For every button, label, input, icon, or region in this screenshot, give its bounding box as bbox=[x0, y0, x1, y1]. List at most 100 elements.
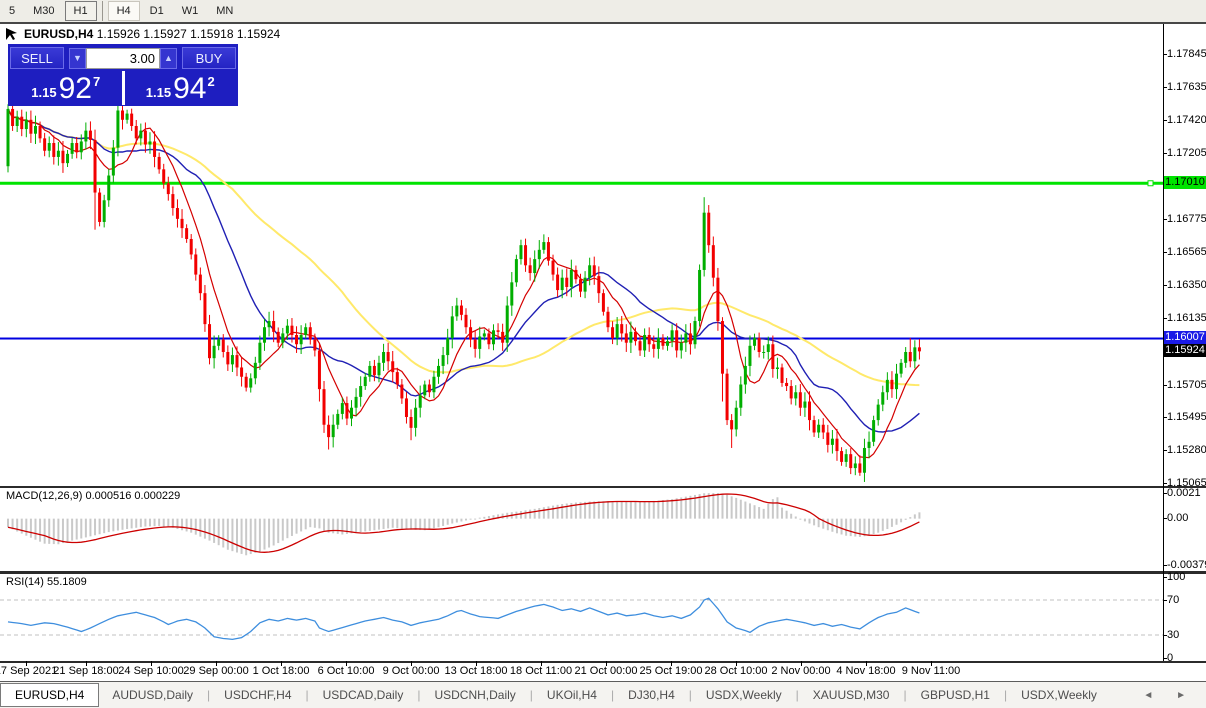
candle bbox=[34, 126, 37, 134]
candle bbox=[602, 293, 605, 312]
macd-bar bbox=[809, 519, 811, 524]
buy-button[interactable]: BUY bbox=[182, 47, 236, 69]
macd-bar bbox=[845, 519, 847, 536]
timeframe-button-h1[interactable]: H1 bbox=[65, 1, 97, 21]
chart-tab-gbpusd-h1[interactable]: GBPUSD,H1 bbox=[908, 684, 1003, 706]
macd-bar bbox=[799, 519, 801, 520]
candle bbox=[455, 306, 458, 317]
timeframe-button-d1[interactable]: D1 bbox=[142, 1, 172, 21]
macd-bar bbox=[442, 519, 444, 526]
macd-bar bbox=[474, 519, 476, 520]
candle bbox=[43, 138, 46, 150]
macd-bar bbox=[190, 519, 192, 533]
price-label: 1.17205 bbox=[1167, 147, 1206, 159]
candle bbox=[245, 377, 248, 388]
macd-bar bbox=[277, 519, 279, 543]
macd-bar bbox=[827, 519, 829, 531]
macd-bar bbox=[213, 519, 215, 543]
volume-down-button[interactable]: ▼ bbox=[69, 48, 86, 69]
volume-input[interactable] bbox=[86, 48, 160, 69]
candle bbox=[442, 355, 445, 366]
candle bbox=[913, 347, 916, 361]
candle bbox=[918, 347, 921, 351]
timeframe-button-m30[interactable]: M30 bbox=[25, 1, 62, 21]
candle bbox=[629, 332, 632, 343]
candle bbox=[547, 242, 550, 261]
macd-bar bbox=[89, 519, 91, 537]
macd-bar bbox=[103, 519, 105, 533]
candle bbox=[373, 366, 376, 375]
chart-tab-audusd-daily[interactable]: AUDUSD,Daily bbox=[99, 684, 206, 706]
chart-tab-ukoil-h4[interactable]: UKOil,H4 bbox=[534, 684, 610, 706]
macd-bar bbox=[841, 519, 843, 535]
macd-bar bbox=[909, 517, 911, 519]
chart-tab-dj30-h4[interactable]: DJ30,H4 bbox=[615, 684, 688, 706]
axis-tick bbox=[1163, 54, 1167, 55]
candle bbox=[730, 420, 733, 429]
macd-bar bbox=[62, 519, 64, 543]
tab-scroll-arrows[interactable]: ◄ ► bbox=[1143, 690, 1196, 701]
macd-bar bbox=[557, 505, 559, 519]
macd-bar bbox=[291, 519, 293, 536]
candle bbox=[112, 148, 115, 176]
candle bbox=[762, 352, 765, 353]
macd-bar bbox=[470, 519, 472, 520]
candle bbox=[849, 454, 852, 468]
candle bbox=[98, 193, 101, 222]
date-label: 21 Sep 18:00 bbox=[53, 665, 118, 677]
macd-bar bbox=[383, 519, 385, 529]
price-label: 1.15280 bbox=[1167, 444, 1206, 456]
macd-bar bbox=[34, 519, 36, 540]
chart-tab-xauusd-m30[interactable]: XAUUSD,M30 bbox=[800, 684, 903, 706]
candle bbox=[524, 245, 527, 265]
candle bbox=[483, 333, 486, 336]
macd-bar bbox=[318, 519, 320, 529]
candle bbox=[332, 425, 335, 437]
buy-price[interactable]: 1.15 94 2 bbox=[125, 71, 237, 105]
price-label: 1.16775 bbox=[1167, 213, 1206, 225]
candle bbox=[868, 442, 871, 448]
hline-handle bbox=[1148, 181, 1153, 186]
macd-bar bbox=[525, 510, 527, 518]
timeframe-button-mn[interactable]: MN bbox=[208, 1, 241, 21]
macd-bar bbox=[671, 499, 673, 519]
candle bbox=[501, 332, 504, 343]
candle bbox=[194, 254, 197, 274]
axis-tick bbox=[1163, 635, 1167, 636]
axis-tick bbox=[1163, 87, 1167, 88]
macd-bar bbox=[401, 519, 403, 529]
macd-bar bbox=[231, 519, 233, 552]
axis-tick bbox=[1163, 450, 1167, 451]
chart-tab-usdx-weekly[interactable]: USDX,Weekly bbox=[693, 684, 795, 706]
volume-up-button[interactable]: ▲ bbox=[160, 48, 177, 69]
timeframe-button-h4[interactable]: H4 bbox=[108, 1, 140, 21]
sell-button[interactable]: SELL bbox=[10, 47, 64, 69]
macd-bar bbox=[108, 519, 110, 532]
macd-bar bbox=[593, 501, 595, 518]
candle bbox=[616, 324, 619, 338]
chart-tab-eurusd-h4[interactable]: EURUSD,H4 bbox=[0, 683, 99, 707]
macd-bar bbox=[195, 519, 197, 535]
candle bbox=[144, 131, 147, 145]
candle bbox=[542, 242, 545, 250]
sell-price[interactable]: 1.15 92 7 bbox=[10, 71, 122, 105]
macd-bar bbox=[634, 502, 636, 519]
candle bbox=[405, 398, 408, 417]
rsi-indicator[interactable] bbox=[0, 574, 1163, 660]
macd-bar bbox=[112, 519, 114, 532]
chart-tab-usdchf-h4[interactable]: USDCHF,H4 bbox=[211, 684, 304, 706]
macd-label: MACD(12,26,9) 0.000516 0.000229 bbox=[6, 490, 180, 502]
candle bbox=[290, 326, 293, 335]
timeframe-button-5[interactable]: 5 bbox=[1, 1, 23, 21]
macd-bar bbox=[763, 509, 765, 519]
macd-bar bbox=[122, 519, 124, 530]
candle bbox=[890, 380, 893, 389]
chart-tab-usdcnh-daily[interactable]: USDCNH,Daily bbox=[421, 684, 528, 706]
chart-tab-usdcad-daily[interactable]: USDCAD,Daily bbox=[310, 684, 417, 706]
candle bbox=[364, 377, 367, 386]
axis-tick bbox=[1163, 318, 1167, 319]
date-axis[interactable]: 17 Sep 202121 Sep 18:0024 Sep 10:0029 Se… bbox=[0, 663, 1163, 680]
chart-tab-bar: EURUSD,H4AUDUSD,Daily|USDCHF,H4|USDCAD,D… bbox=[0, 681, 1206, 708]
timeframe-button-w1[interactable]: W1 bbox=[174, 1, 207, 21]
chart-tab-usdx-weekly[interactable]: USDX,Weekly bbox=[1008, 684, 1110, 706]
